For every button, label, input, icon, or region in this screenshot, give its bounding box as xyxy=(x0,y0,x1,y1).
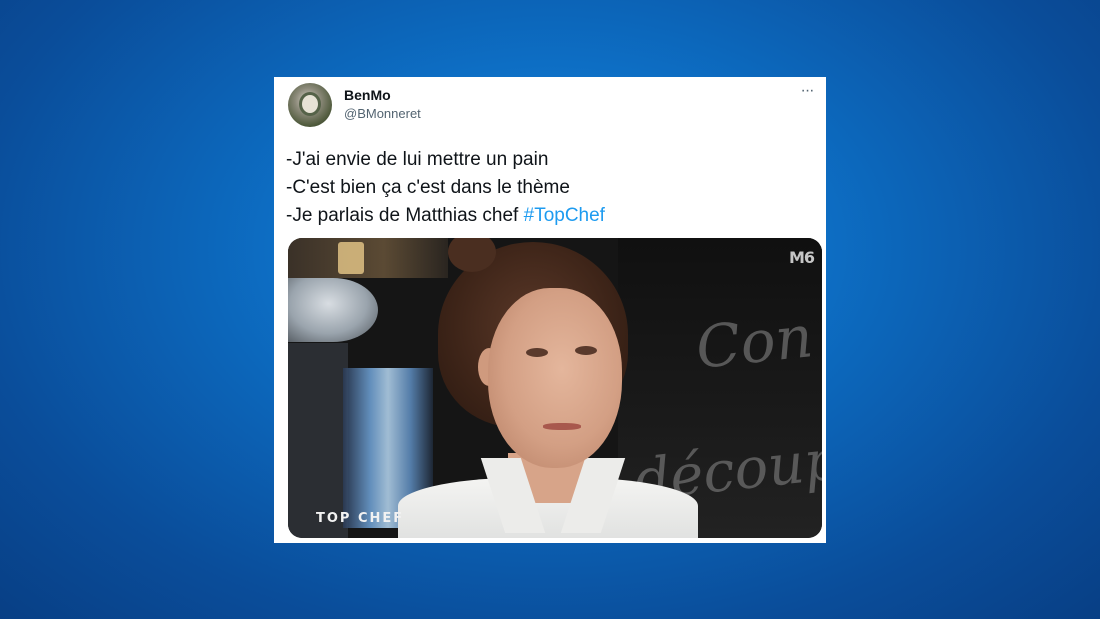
user-name[interactable]: BenMo xyxy=(344,87,391,103)
image-person xyxy=(575,346,597,355)
hashtag-link[interactable]: #TopChef xyxy=(524,205,605,226)
tweet-line: -J'ai envie de lui mettre un pain xyxy=(286,149,549,170)
image-person xyxy=(526,348,548,357)
image-person xyxy=(543,423,581,430)
show-logo: TOP CHEF xyxy=(316,511,405,526)
tweet-text: -J'ai envie de lui mettre un pain -C'est… xyxy=(286,146,816,230)
tweet-media-image[interactable]: Con découp M6 TOP CHEF xyxy=(288,238,822,538)
channel-logo: M6 xyxy=(788,248,815,267)
more-horizontal-icon[interactable]: ··· xyxy=(794,83,820,103)
image-person xyxy=(488,288,622,468)
avatar[interactable] xyxy=(288,83,332,127)
tweet-line: -C'est bien ça c'est dans le thème xyxy=(286,177,570,198)
user-handle[interactable]: @BMonneret xyxy=(344,106,421,121)
tweet-line-last: -Je parlais de Matthias chef #TopChef xyxy=(286,202,816,230)
image-background xyxy=(288,278,378,342)
image-background xyxy=(288,343,348,538)
image-background xyxy=(338,242,364,274)
image-background xyxy=(288,238,448,278)
tweet-card: BenMo @BMonneret ··· -J'ai envie de lui … xyxy=(274,77,826,543)
tweet-line-text: -Je parlais de Matthias chef xyxy=(286,205,524,226)
image-script-decoration: Con xyxy=(692,302,816,382)
